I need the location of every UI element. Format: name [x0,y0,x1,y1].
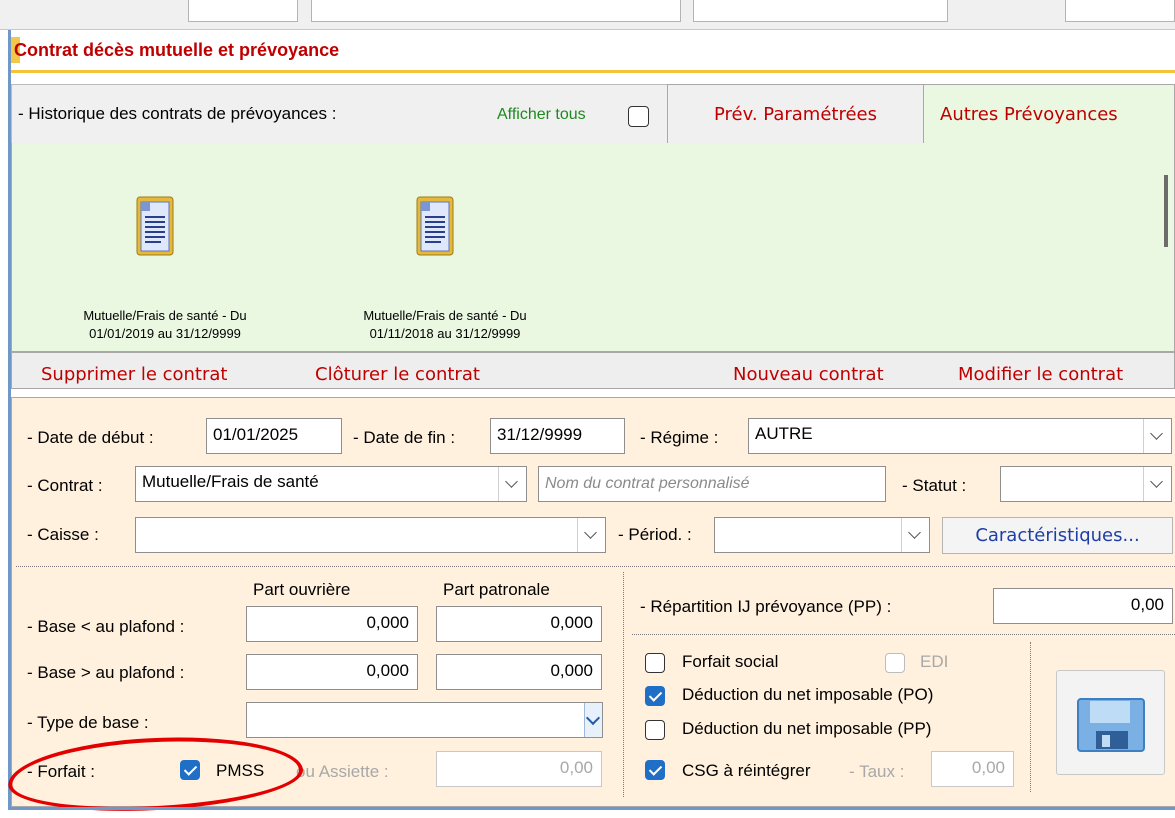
show-all-checkbox[interactable] [628,106,649,127]
top-toolbar-strip [0,0,1175,30]
regime-label: - Régime : [640,428,719,447]
periode-label: - Périod. : [618,525,692,544]
separator [16,566,1175,567]
document-icon [136,196,174,256]
end-date-input[interactable]: 31/12/9999 [490,418,625,454]
caisse-select[interactable] [135,517,606,553]
delete-contract-button[interactable]: Supprimer le contrat [41,364,227,385]
save-button[interactable] [1056,670,1165,775]
toolbar-field-3[interactable] [693,0,948,22]
floppy-disk-icon [1077,698,1145,752]
csg-checkbox[interactable] [645,760,665,780]
show-all-label[interactable]: Afficher tous [497,106,586,124]
assiette-input[interactable]: 0,00 [436,751,602,787]
forfait-social-label: Forfait social [682,652,779,671]
chevron-down-icon[interactable] [1143,467,1171,501]
chevron-down-icon[interactable] [498,467,526,501]
forfait-social-checkbox[interactable] [645,653,665,673]
repartition-input[interactable]: 0,00 [993,588,1173,624]
type-base-select[interactable] [246,702,603,738]
end-date-label: - Date de fin : [353,428,456,447]
title-underline [11,70,1175,73]
history-label: - Historique des contrats de prévoyances… [18,104,337,123]
tab-prev-parametrees[interactable]: Prév. Paramétrées [667,84,924,144]
list-item[interactable]: Mutuelle/Frais de santé - Du 01/11/2018 … [320,193,570,353]
part-patronale-header: Part patronale [443,580,550,599]
taux-label: - Taux : [849,762,905,781]
custom-contract-name-input[interactable]: Nom du contrat personnalisé [538,466,886,502]
chevron-down-icon[interactable] [1143,419,1171,453]
modify-contract-button[interactable]: Modifier le contrat [958,364,1123,385]
type-base-label: - Type de base : [27,713,149,732]
regime-select[interactable]: AUTRE [748,418,1172,454]
toolbar-field-4[interactable] [1065,0,1175,22]
deduction-po-checkbox[interactable] [645,686,665,706]
csg-label: CSG à réintégrer [682,761,811,780]
history-item-label: Mutuelle/Frais de santé - Du 01/11/2018 … [363,308,527,341]
history-scrollbar[interactable] [1164,175,1168,247]
start-date-input[interactable]: 01/01/2025 [206,418,342,454]
tab-autres-prevoyances[interactable]: Autres Prévoyances [923,84,1175,144]
chevron-down-icon[interactable] [577,518,605,552]
base-above-pp-input[interactable]: 0,000 [436,654,602,690]
bottom-border [8,807,1175,810]
edi-label: EDI [920,652,949,671]
contract-select[interactable]: Mutuelle/Frais de santé [135,466,527,502]
toolbar-field-1[interactable] [188,0,298,22]
base-below-label: - Base < au plafond : [27,617,185,636]
toolbar-field-2[interactable] [311,0,681,22]
caisse-label: - Caisse : [27,525,99,544]
base-above-label: - Base > au plafond : [27,663,185,682]
base-below-pp-input[interactable]: 0,000 [436,606,602,642]
separator [623,572,624,797]
chevron-down-icon[interactable] [584,703,602,737]
history-item-label: Mutuelle/Frais de santé - Du 01/01/2019 … [83,308,247,341]
base-above-po-input[interactable]: 0,000 [246,654,418,690]
taux-input[interactable]: 0,00 [931,751,1014,787]
close-contract-button[interactable]: Clôturer le contrat [315,364,480,385]
new-contract-button[interactable]: Nouveau contrat [733,364,884,385]
statut-select[interactable] [1000,466,1172,502]
separator [1030,642,1031,792]
repartition-label: - Répartition IJ prévoyance (PP) : [640,597,892,616]
deduction-pp-checkbox[interactable] [645,720,665,740]
separator [632,634,1175,635]
caracteristiques-button[interactable]: Caractéristiques... [942,517,1173,554]
list-item[interactable]: Mutuelle/Frais de santé - Du 01/01/2019 … [40,193,290,353]
contract-label: - Contrat : [27,476,103,495]
assiette-label: ou Assiette : [296,762,389,781]
deduction-po-label: Déduction du net imposable (PO) [682,685,934,704]
statut-label: - Statut : [902,476,967,495]
chevron-down-icon[interactable] [901,518,929,552]
edi-checkbox[interactable] [885,653,905,673]
start-date-label: - Date de début : [27,428,154,447]
section-title: Contrat décès mutuelle et prévoyance [10,37,340,63]
part-ouvriere-header: Part ouvrière [253,580,351,599]
deduction-pp-label: Déduction du net imposable (PP) [682,719,932,738]
periode-select[interactable] [714,517,930,553]
base-below-po-input[interactable]: 0,000 [246,606,418,642]
document-icon [416,196,454,256]
